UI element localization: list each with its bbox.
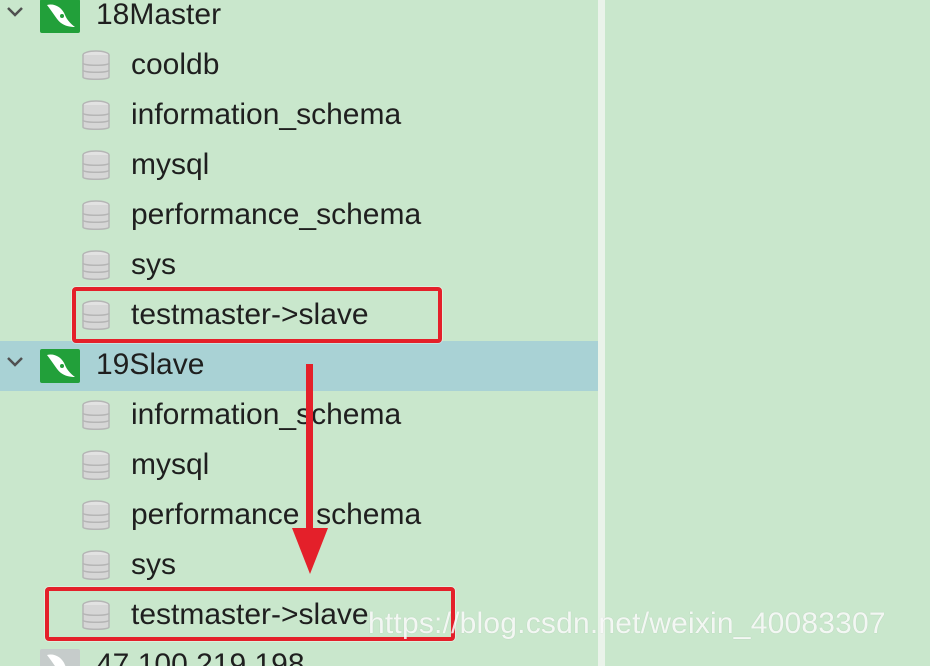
database-label: mysql (131, 448, 210, 481)
mysql-dolphin-icon (40, 349, 80, 383)
mysql-dolphin-icon (40, 649, 80, 666)
connection-label: 18Master (96, 0, 222, 31)
pane-divider[interactable] (598, 0, 605, 666)
database-row-mysql[interactable]: mysql (0, 141, 598, 191)
chevron-down-icon[interactable] (4, 1, 26, 23)
database-icon (82, 250, 110, 280)
database-label: mysql (131, 148, 210, 181)
database-label: performance_schema (131, 198, 422, 231)
database-label: information_schema (131, 398, 402, 431)
connection-label: 47.100.219.198 (96, 648, 305, 666)
database-icon (82, 450, 110, 480)
connection-row-47-100-219-198[interactable]: 47.100.219.198 (0, 641, 598, 666)
chevron-down-icon[interactable] (4, 351, 26, 373)
content-pane (605, 0, 930, 666)
highlight-box-master-testmaster (72, 287, 442, 343)
navicat-window: 18Master cooldb information_schema mysql… (0, 0, 930, 666)
database-icon (82, 500, 110, 530)
database-label: performance_schema (131, 498, 422, 531)
database-row-performance-schema[interactable]: performance_schema (0, 191, 598, 241)
database-row-sys[interactable]: sys (0, 241, 598, 291)
database-icon (82, 150, 110, 180)
database-label: information_schema (131, 98, 402, 131)
database-icon (82, 200, 110, 230)
database-row-cooldb[interactable]: cooldb (0, 41, 598, 91)
database-icon (82, 100, 110, 130)
database-row-information-schema[interactable]: information_schema (0, 91, 598, 141)
mysql-dolphin-icon (40, 0, 80, 33)
connection-tree: 18Master cooldb information_schema mysql… (0, 0, 598, 666)
database-label: sys (131, 548, 176, 581)
connection-label: 19Slave (96, 348, 205, 381)
watermark-text: https://blog.csdn.net/weixin_40083307 (368, 607, 886, 640)
red-arrow-icon (292, 364, 328, 574)
database-icon (82, 400, 110, 430)
connection-row-18master[interactable]: 18Master (0, 0, 598, 41)
database-icon (82, 50, 110, 80)
database-label: sys (131, 248, 176, 281)
database-icon (82, 550, 110, 580)
database-label: cooldb (131, 48, 220, 81)
